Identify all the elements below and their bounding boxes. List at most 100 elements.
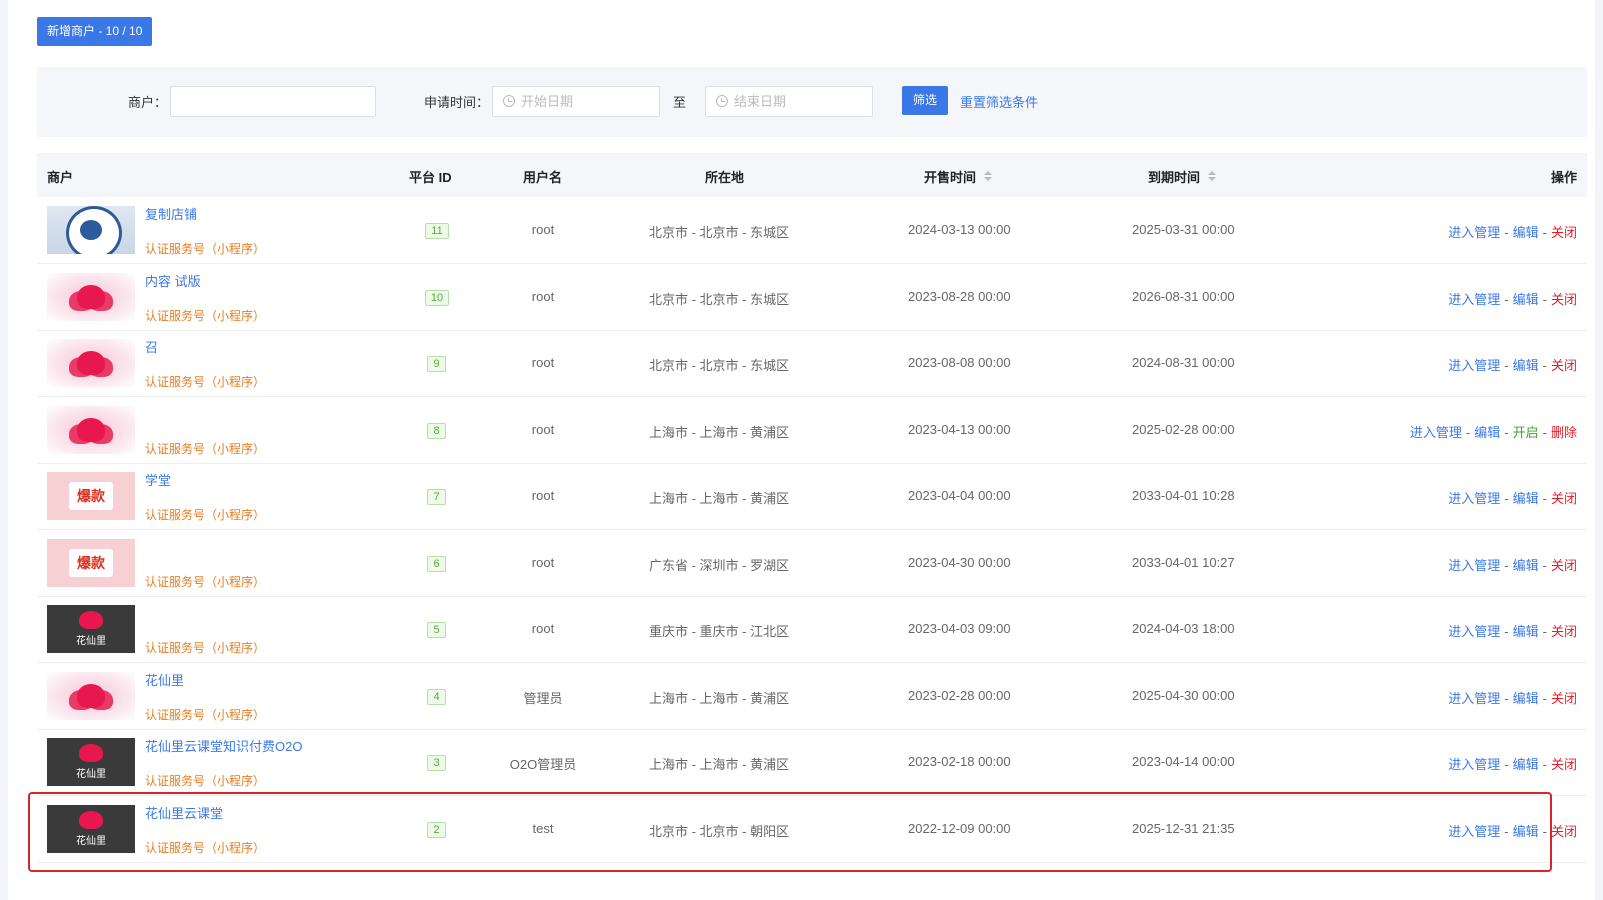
merchant-name-link[interactable]: 召 xyxy=(145,337,158,356)
merchant-name-link[interactable]: 学堂 xyxy=(145,470,171,489)
merchant-list-page: 新增商户 - 10 / 10 商户： 申请时间： 开始日期 至 结束日期 筛选 … xyxy=(8,0,1595,900)
merchant-type: 认证服务号（小程序） xyxy=(145,441,266,456)
row-actions: 进入管理 - 编辑 - 关闭 xyxy=(1448,757,1577,772)
expire-time-cell: 2025-02-28 00:00 xyxy=(1132,421,1235,437)
username-cell: root xyxy=(531,488,555,503)
col-location: 所在地 xyxy=(705,170,745,185)
edit-link[interactable]: 编辑 xyxy=(1513,624,1539,639)
platform-id-badge: 5 xyxy=(427,622,446,638)
reset-filter-link[interactable]: 重置筛选条件 xyxy=(960,92,1038,111)
platform-id-badge: 7 xyxy=(427,489,446,505)
location-cell: 上海市 - 上海市 - 黄浦区 xyxy=(649,757,790,772)
table-row: 召认证服务号（小程序） 9 root 北京市 - 北京市 - 东城区 2023-08-0… xyxy=(37,330,1587,397)
open-time-cell: 2023-08-08 00:00 xyxy=(908,355,1011,370)
col-open-time[interactable]: 开售时间 xyxy=(924,167,993,186)
merchant-name-link[interactable]: 花仙里云课堂知识付费O2O xyxy=(145,736,302,755)
expire-time-cell: 2025-03-31 00:00 xyxy=(1132,222,1235,237)
merchant-logo xyxy=(47,272,135,321)
end-date-input[interactable]: 结束日期 xyxy=(705,86,873,117)
edit-link[interactable]: 编辑 xyxy=(1513,225,1539,240)
manage-link[interactable]: 进入管理 xyxy=(1410,425,1462,440)
merchant-name-link[interactable]: 复制店铺 xyxy=(145,204,197,223)
close-link[interactable]: 关闭 xyxy=(1551,691,1577,706)
table-row: 复制店铺 认证服务号（小程序） 11 root 北京市 - 北京市 - 东城区 2024-… xyxy=(37,197,1587,264)
merchant-search-input[interactable] xyxy=(170,86,376,117)
close-link[interactable]: 关闭 xyxy=(1551,358,1577,373)
merchant-logo: 爆款 xyxy=(47,538,135,587)
edit-link[interactable]: 编辑 xyxy=(1513,757,1539,772)
highlight-box xyxy=(28,792,1552,872)
username-cell: root xyxy=(531,222,555,237)
edit-link[interactable]: 编辑 xyxy=(1513,691,1539,706)
col-platform-id: 平台 ID xyxy=(409,170,452,185)
row-actions: 进入管理 - 编辑 - 关闭 xyxy=(1448,624,1577,639)
location-cell: 广东省 - 深圳市 - 罗湖区 xyxy=(649,557,790,573)
location-cell: 北京市 - 北京市 - 东城区 xyxy=(649,291,790,307)
merchant-logo: 花仙里 xyxy=(47,605,135,653)
col-username: 用户名 xyxy=(523,170,563,185)
expire-time-cell: 2033-04-01 10:27 xyxy=(1132,554,1235,570)
row-actions: 进入管理 - 编辑 - 关闭 xyxy=(1448,358,1577,373)
merchant-name-link[interactable]: 内容 试版 xyxy=(145,271,201,290)
manage-link[interactable]: 进入管理 xyxy=(1448,491,1500,506)
row-actions: 进入管理 - 编辑 - 关闭 xyxy=(1448,491,1577,506)
table-row: 花仙里 认证服务号（小程序） 4 管理员 上海市 - 上海市 - 黄浦区 2023-02-… xyxy=(37,663,1587,730)
open-time-cell: 2024-03-13 00:00 xyxy=(908,222,1011,237)
table-row: 花仙里 花仙里云课堂知识付费O2O 认证服务号（小程序） 3 O2O管理员 上海市 - 上… xyxy=(37,729,1587,796)
clock-icon xyxy=(503,95,515,107)
edit-link[interactable]: 编辑 xyxy=(1513,292,1539,307)
close-link[interactable]: 关闭 xyxy=(1551,624,1577,639)
manage-link[interactable]: 进入管理 xyxy=(1448,691,1500,706)
manage-link[interactable]: 进入管理 xyxy=(1448,225,1500,240)
expire-time-cell: 2023-04-14 00:00 xyxy=(1132,754,1235,769)
open-link[interactable]: 开启 xyxy=(1513,425,1539,440)
open-time-cell: 2023-04-30 00:00 xyxy=(908,554,1011,570)
close-link[interactable]: 关闭 xyxy=(1551,558,1577,573)
filter-bar: 商户： 申请时间： 开始日期 至 结束日期 筛选 重置筛选条件 xyxy=(37,67,1587,137)
row-actions: 进入管理 - 编辑 - 关闭 xyxy=(1448,291,1577,307)
expire-time-cell: 2026-08-31 00:00 xyxy=(1132,288,1235,304)
edit-link[interactable]: 编辑 xyxy=(1513,358,1539,373)
username-cell: 管理员 xyxy=(523,690,563,706)
manage-link[interactable]: 进入管理 xyxy=(1448,358,1500,373)
manage-link[interactable]: 进入管理 xyxy=(1448,624,1500,639)
edit-link[interactable]: 编辑 xyxy=(1474,425,1500,440)
sort-icon[interactable] xyxy=(984,171,993,181)
clock-icon xyxy=(716,95,728,107)
close-link[interactable]: 关闭 xyxy=(1551,491,1577,506)
start-date-input[interactable]: 开始日期 xyxy=(492,86,660,117)
location-cell: 北京市 - 北京市 - 东城区 xyxy=(649,225,790,240)
sort-icon[interactable] xyxy=(1208,171,1217,181)
table-row: 花仙里 认证服务号（小程序） 5 root 重庆市 - 重庆市 - 江北区 2023-04… xyxy=(37,596,1587,663)
col-actions: 操作 xyxy=(1550,170,1577,185)
platform-id-badge: 9 xyxy=(427,356,446,372)
open-time-cell: 2023-04-03 09:00 xyxy=(908,621,1011,636)
manage-link[interactable]: 进入管理 xyxy=(1448,558,1500,573)
open-time-cell: 2023-02-28 00:00 xyxy=(908,687,1011,703)
expire-time-cell: 2024-08-31 00:00 xyxy=(1132,355,1235,370)
merchant-logo xyxy=(47,339,135,387)
close-link[interactable]: 关闭 xyxy=(1551,824,1577,839)
table-header: 商户 平台 ID 用户名 所在地 开售时间 到期时间 操作 xyxy=(37,153,1587,197)
manage-link[interactable]: 进入管理 xyxy=(1448,292,1500,307)
table-row: 内容 试版 认证服务号（小程序） 10 root 北京市 - 北京市 - 东城区 2023… xyxy=(37,264,1587,331)
delete-link[interactable]: 删除 xyxy=(1551,425,1577,440)
username-cell: root xyxy=(531,554,555,570)
col-expire-time[interactable]: 到期时间 xyxy=(1148,167,1217,186)
filter-button[interactable]: 筛选 xyxy=(902,86,948,115)
open-time-cell: 2023-04-04 00:00 xyxy=(908,488,1011,503)
username-cell: O2O管理员 xyxy=(509,757,577,772)
manage-link[interactable]: 进入管理 xyxy=(1448,757,1500,772)
merchant-name-link[interactable]: 花仙里 xyxy=(145,670,184,689)
edit-link[interactable]: 编辑 xyxy=(1513,491,1539,506)
apply-time-label: 申请时间： xyxy=(424,95,490,110)
close-link[interactable]: 关闭 xyxy=(1551,757,1577,772)
username-cell: root xyxy=(531,288,555,304)
close-link[interactable]: 关闭 xyxy=(1551,225,1577,240)
platform-id-badge: 3 xyxy=(427,755,446,771)
add-merchant-button[interactable]: 新增商户 - 10 / 10 xyxy=(37,17,153,46)
merchant-logo xyxy=(47,405,135,454)
table-row: 爆款 认证服务号（小程序） 6 root 广东省 - 深圳市 - 罗湖区 2023-04-… xyxy=(37,530,1587,597)
edit-link[interactable]: 编辑 xyxy=(1513,558,1539,573)
close-link[interactable]: 关闭 xyxy=(1551,292,1577,307)
